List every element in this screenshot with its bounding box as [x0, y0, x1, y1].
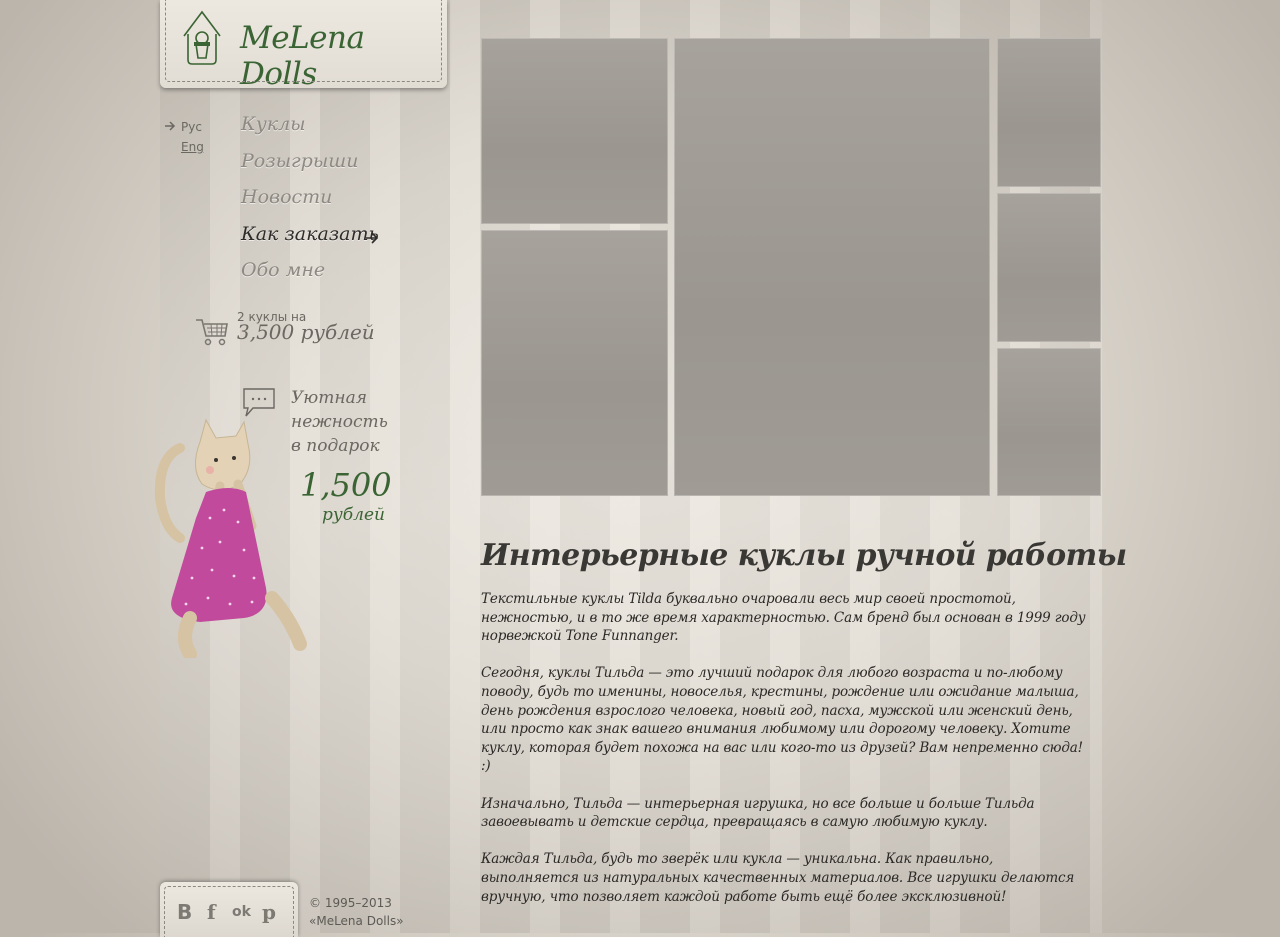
arrow-right-icon: [165, 121, 176, 131]
promo-line: Уютная: [291, 388, 367, 408]
cart-total-text: 3,500 рублей: [237, 320, 375, 344]
speech-bubble-icon: [243, 388, 275, 417]
facebook-icon[interactable]: f: [207, 900, 216, 924]
menu-item-dolls[interactable]: Куклы: [241, 113, 306, 135]
house-icon: [183, 10, 221, 65]
promo-price: 1,500: [300, 466, 392, 504]
promo-currency: рублей: [322, 505, 385, 525]
cat-doll-image: [154, 418, 307, 658]
article-paragraph: Сегодня, куклы Тильда — это лучший подар…: [481, 665, 1083, 775]
lang-ru: Рус: [181, 120, 202, 134]
article-paragraph: Изначально, Тильда — интерьерная игрушка…: [481, 795, 1035, 831]
vk-icon[interactable]: В: [177, 900, 192, 924]
site-logo[interactable]: MeLena Dolls: [160, 0, 447, 92]
active-arrow-icon: [366, 232, 379, 244]
copyright-years: © 1995–2013: [309, 896, 392, 910]
gallery-tile[interactable]: [997, 193, 1101, 342]
copyright: © 1995–2013 «MeLena Dolls»: [309, 894, 404, 930]
lang-en-link[interactable]: Eng: [181, 140, 204, 154]
menu-item-about[interactable]: Обо мне: [241, 259, 325, 281]
odnoklassniki-icon[interactable]: ok: [232, 904, 251, 920]
menu-item-news[interactable]: Новости: [241, 186, 332, 208]
article-body: Текстильные куклы Tilda буквально очаров…: [481, 590, 1093, 925]
article-paragraph: Текстильные куклы Tilda буквально очаров…: [481, 591, 1086, 645]
logo-text: MeLena Dolls: [240, 20, 365, 92]
article-paragraph: Каждая Тильда, будь то зверёк или кукла …: [481, 851, 1075, 905]
gallery-tile[interactable]: [481, 230, 668, 496]
social-links: В f ok p: [160, 882, 298, 937]
gallery-tile[interactable]: [674, 38, 990, 496]
gallery-tile[interactable]: [997, 348, 1101, 496]
menu-item-how-to-order[interactable]: Как заказать: [241, 223, 379, 245]
gallery-tile[interactable]: [997, 38, 1101, 187]
gallery-tile[interactable]: [481, 38, 668, 224]
menu-item-giveaways[interactable]: Розыгрыши: [241, 150, 359, 172]
copyright-name: «MeLena Dolls»: [309, 914, 404, 928]
pinterest-icon[interactable]: p: [262, 900, 276, 924]
page-title: Интерьерные куклы ручной работы: [481, 538, 1127, 574]
cart-icon: [196, 319, 228, 346]
